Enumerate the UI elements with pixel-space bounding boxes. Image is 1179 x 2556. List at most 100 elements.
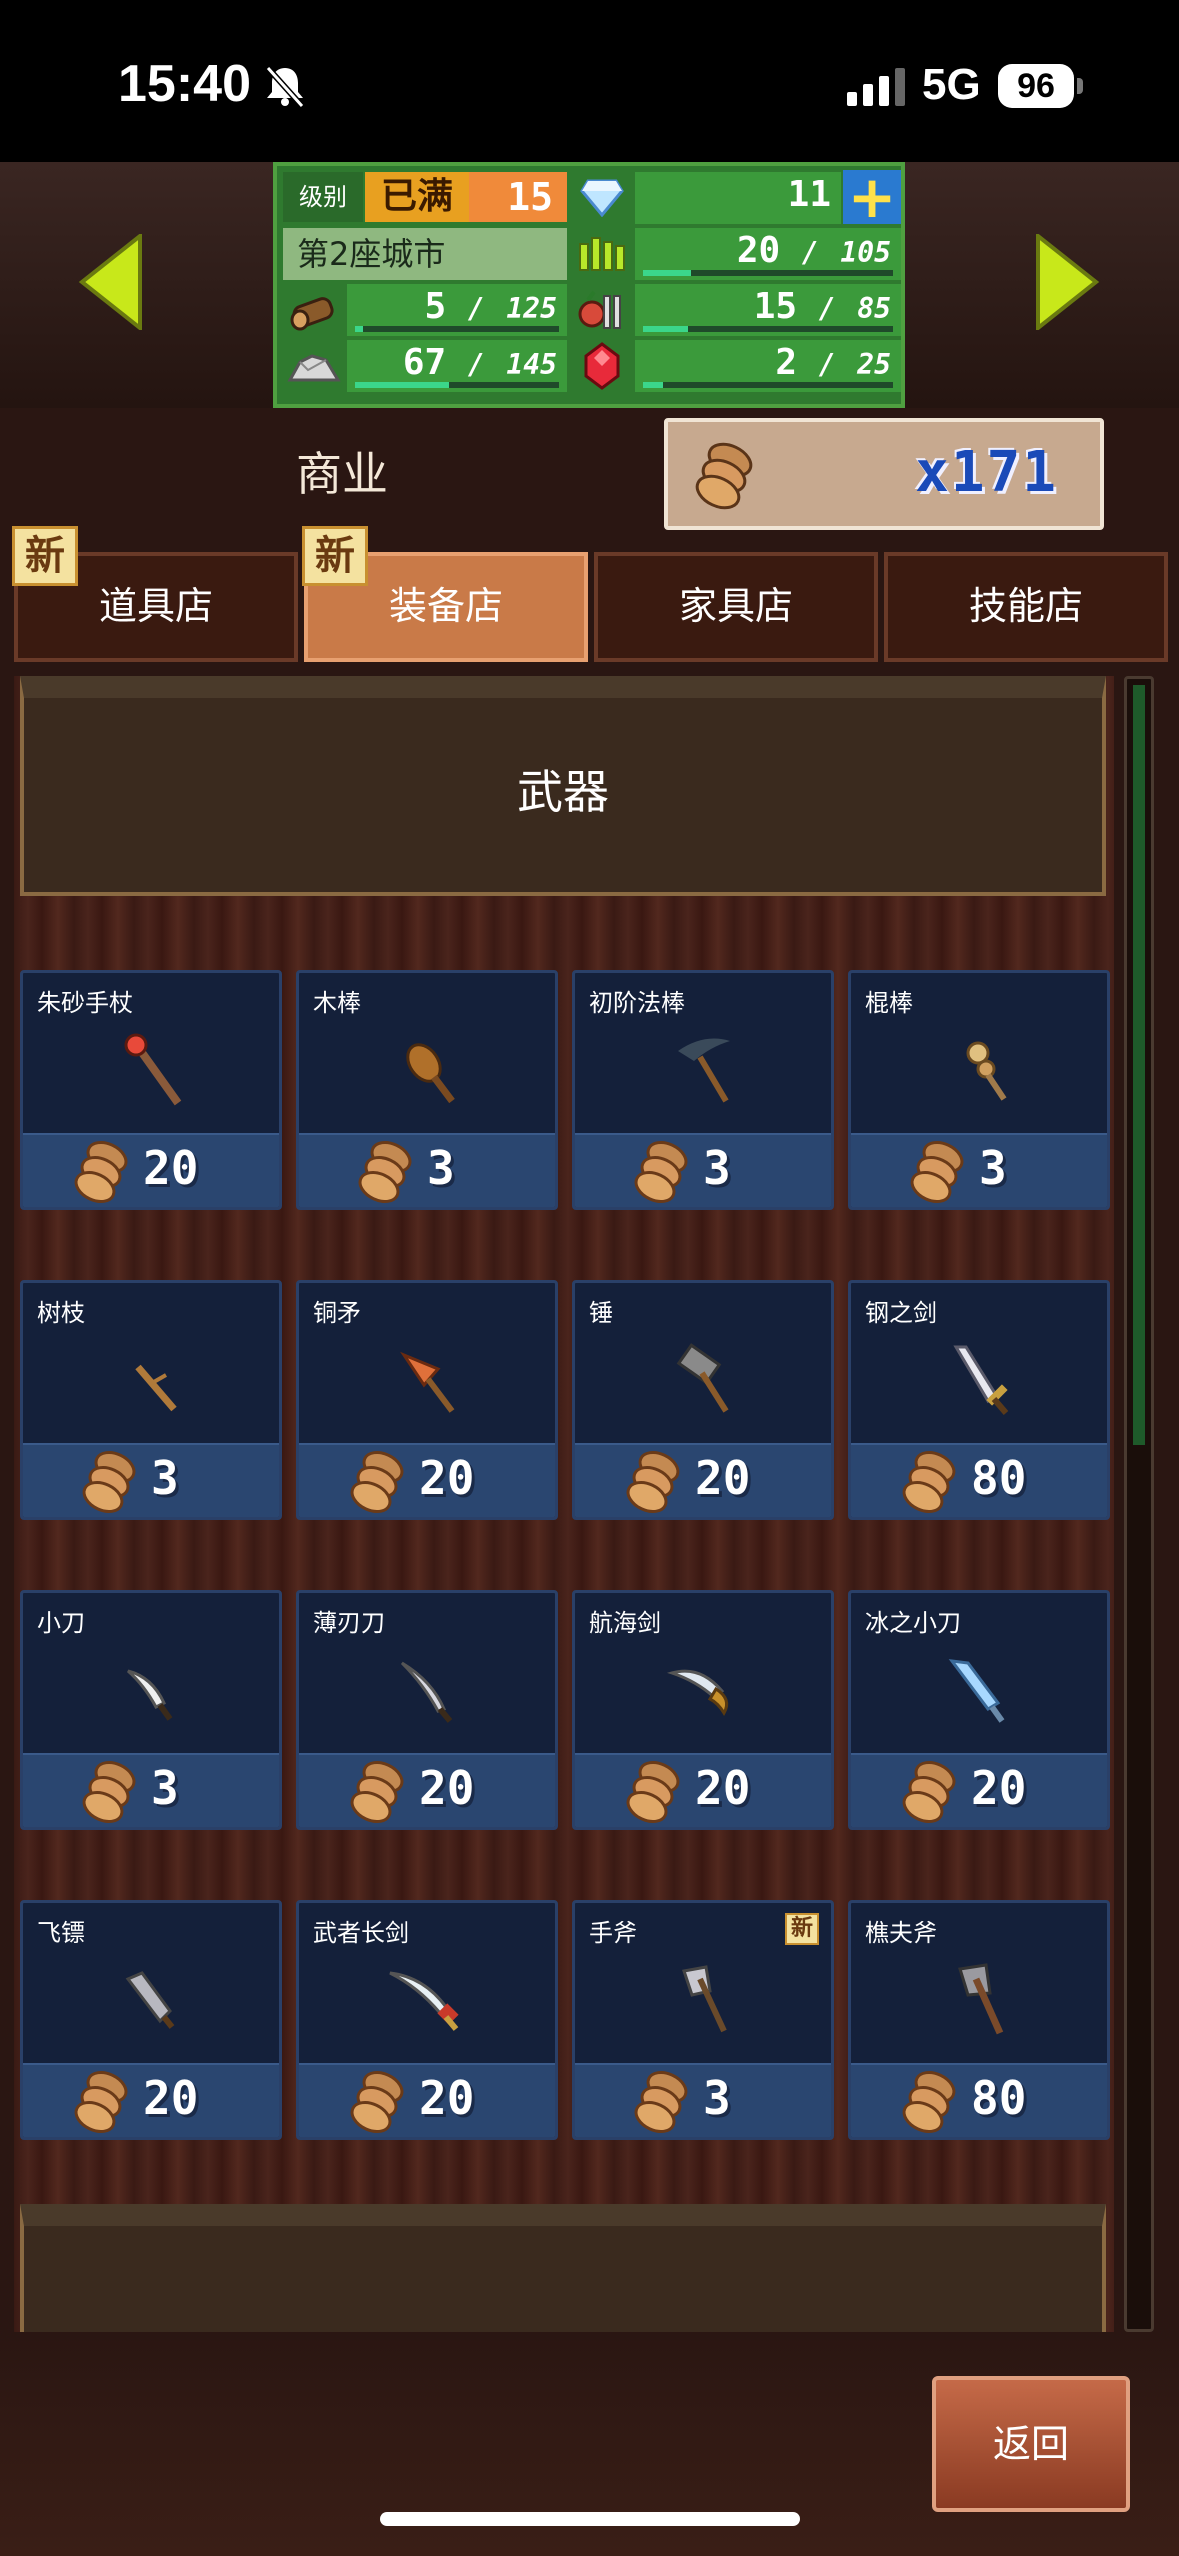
shop-item-card[interactable]: 航海剑 20 [572,1590,834,1830]
section-title: 盾 [24,2320,1102,2332]
shop-item-card[interactable]: 武者长剑 20 [296,1900,558,2140]
city-stats-panel: 级别 已满 15 11 + 第2座城市 20 / 105 5 / 125 15 … [273,162,905,408]
scrollbar[interactable] [1124,676,1154,2332]
shop-item-card[interactable]: 小刀 3 [20,1590,282,1830]
item-price-bar: 80 [851,1443,1107,1517]
item-name: 航海剑 [589,1609,661,1637]
item-price-bar: 3 [299,1133,555,1207]
shop-item-card[interactable]: 朱砂手杖 20 [20,970,282,1210]
item-name: 樵夫斧 [865,1919,937,1947]
status-time: 15:40 [118,55,251,113]
shop-item-card[interactable]: 铜矛 20 [296,1280,558,1520]
item-name: 铜矛 [313,1299,361,1327]
item-price-bar: 20 [23,1133,279,1207]
tab-item-shop-label: 道具店 [98,584,213,628]
game-screen: 级别 已满 15 11 + 第2座城市 20 / 105 5 / 125 15 … [0,162,1179,2556]
back-button[interactable]: 返回 [932,2376,1130,2512]
tab-furniture-shop-label: 家具店 [678,584,793,628]
dart-icon [125,1971,175,2029]
shop-item-card[interactable]: 锤 20 [572,1280,834,1520]
wood-log-icon [283,284,345,336]
tab-equipment-shop-label: 装备店 [388,584,503,628]
wood-bar [355,326,364,332]
commerce-title: 商业 [296,447,388,501]
wood-currency-icon [626,1450,680,1514]
hammer-icon [676,1343,729,1413]
tab-item-shop[interactable]: 道具店 新 [12,526,298,662]
network-type: 5G [922,60,981,109]
item-price: 20 [419,2071,475,2125]
food-bar [643,326,688,332]
item-name: 冰之小刀 [865,1609,961,1637]
wood-currency-icon [634,2070,688,2134]
shop-item-card[interactable]: 手斧 新 3 [572,1900,834,2140]
battery-nub [1077,78,1083,94]
shop-item-card[interactable]: 棍棒 3 [848,970,1110,1210]
club-icon [406,1043,455,1104]
thin-blade-icon [400,1661,453,1723]
item-price: 20 [971,1761,1027,1815]
wood-currency-icon [695,442,753,510]
tab-skill-shop-label: 技能店 [968,584,1083,628]
commerce-bar: 商业 x171 [0,412,1179,542]
ice-knife-icon [948,1659,1005,1723]
wood-currency-amount: x171 [915,440,1058,505]
tab-furniture-shop[interactable]: 家具店 [594,552,878,662]
section-header-shields: 盾 [20,2204,1106,2332]
population-icon [571,228,633,280]
item-name: 木棒 [313,989,361,1017]
wood-currency-icon [910,1140,964,1204]
shop-item-list[interactable]: 武器 朱砂手杖 20 木棒 3 初阶法棒 3 棍棒 3 树枝 3 铜矛 20 锤 20 钢之剑 80 小刀 3 薄刃… [14,676,1114,2332]
add-gems-button[interactable]: + [843,168,901,226]
item-name: 薄刃刀 [313,1609,385,1637]
woodcutter-axe-icon [958,1963,1004,2035]
item-price: 3 [979,1141,1007,1195]
wood-currency-icon [82,1450,136,1514]
item-price: 20 [695,1451,751,1505]
wood-currency-icon [74,1140,128,1204]
ore-icon [283,340,345,392]
item-price: 3 [151,1451,179,1505]
item-name: 钢之剑 [865,1299,937,1327]
level-value: 15 [469,172,567,222]
item-price: 20 [143,2071,199,2125]
shop-item-card[interactable]: 木棒 3 [296,970,558,1210]
item-price-bar: 80 [851,2063,1107,2137]
scrollbar-thumb[interactable] [1133,685,1145,1445]
shop-item-card[interactable]: 初阶法棒 3 [572,970,834,1210]
branch-icon [135,1364,177,1412]
silent-bell-icon [265,65,305,108]
next-city-arrow-icon[interactable] [1034,234,1100,330]
item-name: 初阶法棒 [589,989,685,1017]
shop-item-card[interactable]: 钢之剑 80 [848,1280,1110,1520]
wood-currency-icon [634,1140,688,1204]
section-title: 武器 [517,765,609,819]
level-label: 级别 [283,172,363,222]
population-value: 20 / 105 [635,228,901,280]
diamond-icon [571,172,633,224]
item-price-bar: 20 [299,2063,555,2137]
ruby-bar [643,382,663,388]
tab-equipment-shop[interactable]: 装备店 新 [302,526,588,662]
tab-skill-shop[interactable]: 技能店 [884,552,1168,662]
item-price-bar: 20 [575,1443,831,1517]
shop-item-card[interactable]: 樵夫斧 80 [848,1900,1110,2140]
shop-item-card[interactable]: 薄刃刀 20 [296,1590,558,1830]
item-price: 3 [151,1761,179,1815]
wood-currency-icon [350,2070,404,2134]
knife-icon [127,1669,173,1721]
wood-currency-icon [902,1450,956,1514]
item-name: 朱砂手杖 [37,989,133,1017]
home-indicator[interactable] [380,2512,800,2526]
item-name: 树枝 [37,1299,85,1327]
cutlass-icon [666,1669,729,1716]
food-value: 15 / 85 [635,284,901,336]
shop-item-card[interactable]: 树枝 3 [20,1280,282,1520]
item-price: 20 [419,1451,475,1505]
wood-currency-icon [902,1760,956,1824]
prev-city-arrow-icon[interactable] [78,234,144,330]
shop-item-card[interactable]: 冰之小刀 20 [848,1590,1110,1830]
wood-currency-icon [74,2070,128,2134]
steel-sword-icon [953,1345,1009,1415]
shop-item-card[interactable]: 飞镖 20 [20,1900,282,2140]
